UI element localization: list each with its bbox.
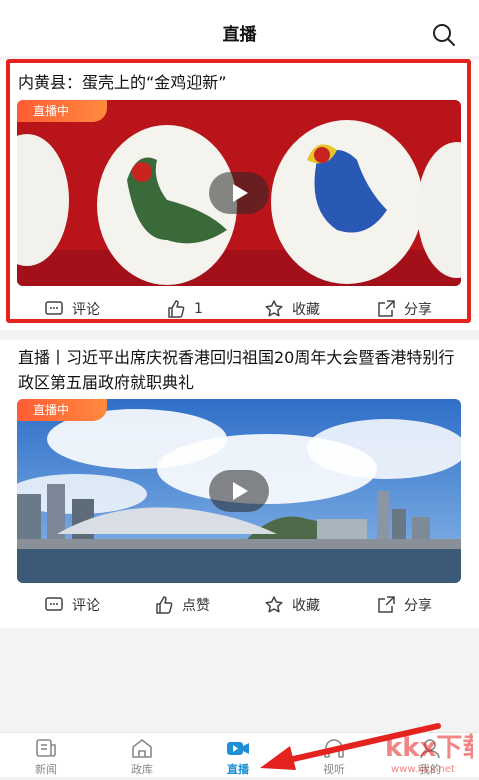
video-thumbnail[interactable]: 直播中 — [17, 399, 461, 583]
like-label: 点赞 — [182, 598, 210, 614]
share-label: 分享 — [404, 302, 432, 318]
thumbs-up-icon — [156, 596, 173, 614]
thumbs-up-icon — [168, 300, 185, 318]
play-icon[interactable] — [209, 172, 269, 214]
status-bar — [0, 0, 479, 14]
share-icon — [378, 300, 395, 317]
card-title[interactable]: 内黄县：蛋壳上的“金鸡迎新” — [18, 70, 465, 95]
top-header: 直播 — [0, 14, 479, 56]
svg-text:www.kkx.net: www.kkx.net — [391, 764, 455, 775]
news-icon — [36, 739, 56, 757]
share-button[interactable]: 分享 — [376, 592, 432, 618]
comment-button[interactable]: 评论 — [44, 296, 100, 322]
favorite-label: 收藏 — [292, 302, 320, 318]
favorite-button[interactable]: 收藏 — [264, 592, 320, 618]
comment-label: 评论 — [72, 598, 100, 614]
live-card[interactable]: 直播丨习近平出席庆祝香港回归祖国20周年大会暨香港特别行政区第五届政府就职典礼 — [0, 340, 479, 628]
video-thumbnail[interactable]: 直播中 — [17, 100, 461, 286]
star-icon — [265, 300, 283, 317]
live-badge: 直播中 — [17, 100, 107, 122]
watermark-logo: kkx下载 www.kkx.net — [361, 718, 479, 776]
star-icon — [265, 596, 283, 613]
comment-icon — [45, 597, 63, 611]
play-icon[interactable] — [209, 470, 269, 512]
favorite-button[interactable]: 收藏 — [264, 296, 320, 322]
favorite-label: 收藏 — [292, 598, 320, 614]
comment-label: 评论 — [72, 302, 100, 318]
tab-news[interactable]: 新闻 — [16, 737, 76, 777]
search-icon[interactable] — [431, 22, 457, 48]
live-badge: 直播中 — [17, 399, 107, 421]
share-icon — [378, 596, 395, 613]
like-button[interactable]: 点赞 — [154, 592, 210, 618]
live-card[interactable]: 内黄县：蛋壳上的“金鸡迎新” 直播中 评论 1 收藏 分享 — [0, 60, 479, 330]
card-actions: 评论 1 收藏 分享 — [0, 296, 479, 322]
card-actions: 评论 点赞 收藏 分享 — [0, 592, 479, 618]
page-title: 直播 — [222, 25, 257, 45]
svg-text:kkx下载: kkx下载 — [385, 733, 473, 763]
comment-button[interactable]: 评论 — [44, 592, 100, 618]
tab-policy[interactable]: 政库 — [112, 737, 172, 777]
like-button[interactable]: 1 — [166, 296, 203, 322]
like-count: 1 — [194, 301, 203, 317]
share-label: 分享 — [404, 598, 432, 614]
tab-label: 新闻 — [35, 763, 57, 776]
share-button[interactable]: 分享 — [376, 296, 432, 322]
tab-label: 政库 — [131, 763, 153, 776]
home-icon — [132, 739, 152, 758]
comment-icon — [45, 301, 63, 315]
card-title[interactable]: 直播丨习近平出席庆祝香港回归祖国20周年大会暨香港特别行政区第五届政府就职典礼 — [18, 345, 465, 395]
